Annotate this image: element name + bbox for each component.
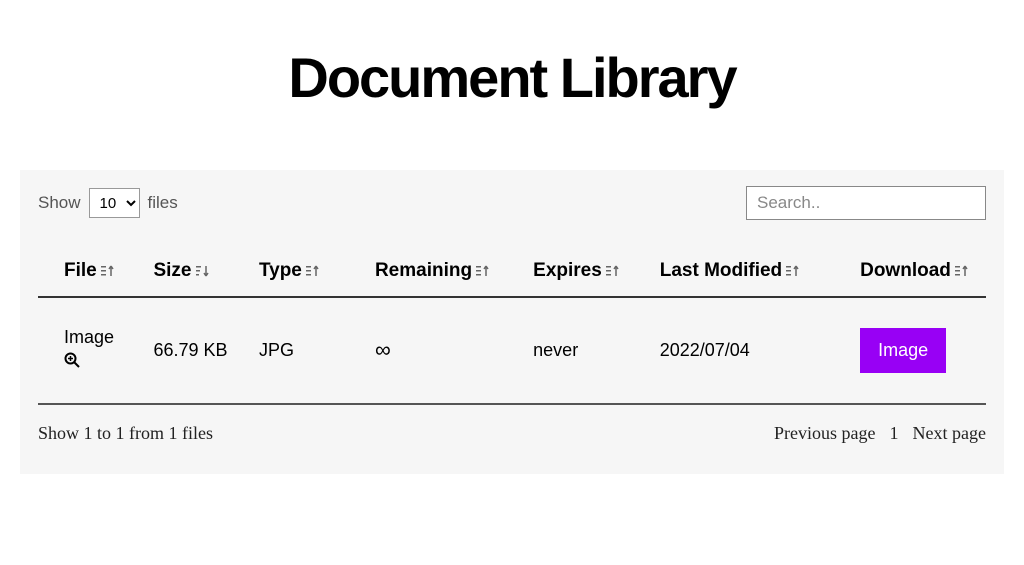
prev-page-link[interactable]: Previous page [774, 423, 875, 444]
col-download[interactable]: Download [850, 246, 986, 297]
page-title: Document Library [0, 45, 1024, 110]
sort-desc-icon [196, 264, 210, 278]
cell-expires: never [523, 297, 650, 404]
entries-summary: Show 1 to 1 from 1 files [38, 423, 213, 444]
footer-bar: Show 1 to 1 from 1 files Previous page 1… [38, 423, 986, 444]
sort-icon [786, 264, 800, 278]
col-remaining[interactable]: Remaining [365, 246, 523, 297]
col-last-modified[interactable]: Last Modified [650, 246, 850, 297]
sort-icon [606, 264, 620, 278]
entries-control: Show 10 files [38, 188, 178, 218]
entries-select[interactable]: 10 [89, 188, 140, 218]
search-input[interactable] [746, 186, 986, 220]
col-expires[interactable]: Expires [523, 246, 650, 297]
sort-icon [955, 264, 969, 278]
cell-download: Image [850, 297, 986, 404]
next-page-link[interactable]: Next page [913, 423, 986, 444]
sort-icon [476, 264, 490, 278]
col-file[interactable]: File [38, 246, 143, 297]
cell-type: JPG [249, 297, 365, 404]
cell-size: 66.79 KB [143, 297, 248, 404]
header-row: File Size Type Remaining Expires Last Mo… [38, 246, 986, 297]
files-label: files [148, 193, 178, 213]
cell-last-modified: 2022/07/04 [650, 297, 850, 404]
col-size[interactable]: Size [143, 246, 248, 297]
cell-file: Image [38, 297, 143, 404]
cell-remaining: ∞ [365, 297, 523, 404]
files-table: File Size Type Remaining Expires Last Mo… [38, 246, 986, 405]
controls-bar: Show 10 files [38, 186, 986, 220]
pager: Previous page 1 Next page [774, 423, 986, 444]
download-button[interactable]: Image [860, 328, 946, 373]
show-label: Show [38, 193, 81, 213]
sort-icon [306, 264, 320, 278]
magnify-icon[interactable] [64, 351, 80, 374]
sort-icon [101, 264, 115, 278]
col-type[interactable]: Type [249, 246, 365, 297]
file-name[interactable]: Image [64, 327, 114, 347]
table-row: Image 66.79 KB JPG ∞ never 2022/07/04 Im… [38, 297, 986, 404]
library-panel: Show 10 files File Size Type Remaining E… [20, 170, 1004, 474]
current-page: 1 [890, 423, 899, 444]
